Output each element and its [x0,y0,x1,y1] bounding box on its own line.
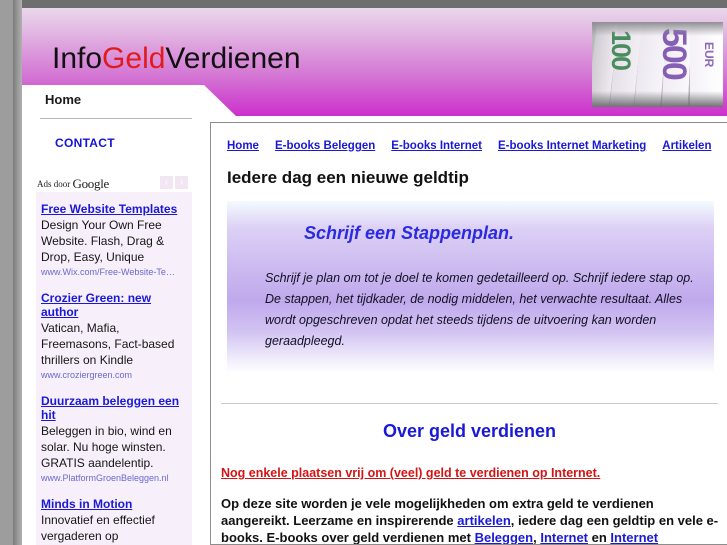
ad-url: www.PlatformGroenBeleggen.nl [41,473,169,483]
ad-description: Innovatief en effectief vergaderen op [41,513,155,543]
nav-link-home[interactable]: Home [227,140,259,152]
tip-title: Schrijf een Stappenplan. [304,223,515,243]
content-nav: Home E-books Beleggen E-books Internet E-bo… [227,137,727,152]
google-wordmark: Google [72,176,110,191]
ad-item: Minds in Motion Innovatief en effectief … [41,497,188,544]
ad-title-link[interactable]: Duurzaam beleggen een hit [41,394,188,422]
main-content-panel: Home E-books Beleggen E-books Internet E-bo… [210,122,727,545]
ad-title-link[interactable]: Free Website Templates [41,202,188,216]
google-ads-block: Ads door Google ‹ › Free Website Template… [36,175,192,545]
ad-item: Crozier Green: new author Vatican, Mafia… [41,291,188,381]
ads-pager: ‹ › [158,176,188,189]
inline-link-internet[interactable]: Internet [540,530,588,544]
ad-url: www.croziergreen.com [41,370,133,380]
page-left-shadow [13,0,22,545]
window-top-strip [22,0,727,8]
sidebar: CONTACT Ads door Google ‹ › Free Website … [22,116,204,545]
section-title: Over geld verdienen [382,421,557,441]
page-title: Iedere dag een nieuwe geldtip [227,168,469,187]
banknote-currency-label: EUR [702,42,716,68]
sidebar-divider [40,118,192,119]
nav-link-artikelen[interactable]: Artikelen [662,140,711,152]
euro-banknotes-photo: 100 500 EUR [592,22,723,107]
ad-description: Vatican, Mafia, Freemasons, Fact-based t… [41,321,175,367]
intro-paragraph: Op deze site worden je vele mogelijkhede… [221,495,721,545]
ad-title-link[interactable]: Minds in Motion [41,497,188,511]
ad-item: Free Website Templates Design Your Own F… [41,202,188,278]
daily-tip-box: Schrijf een Stappenplan. Schrijf je plan… [227,201,714,373]
ads-header: Ads door Google ‹ › [36,175,192,192]
tab-home[interactable]: Home [22,85,204,116]
ads-body: Free Website Templates Design Your Own F… [36,192,192,545]
tip-body: Schrijf je plan om tot je doel te komen … [265,271,694,348]
ads-header-prefix: Ads door [37,179,73,189]
content-divider [221,403,718,404]
promo-link[interactable]: Nog enkele plaatsen vrij om (veel) geld … [221,466,600,480]
ads-next-arrow-icon[interactable]: › [175,176,188,189]
ad-title-link[interactable]: Crozier Green: new author [41,291,188,319]
intro-text-4: en [588,530,611,545]
ad-url: www.Wix.com/Free-Website-Te… [41,267,175,277]
site-title-highlight: Geld [102,42,166,75]
inline-link-artikelen[interactable]: artikelen [457,513,510,528]
photo-shade-top [592,22,723,36]
nav-link-ebooks-internet[interactable]: E-books Internet [391,140,482,152]
sidebar-item-contact[interactable]: CONTACT [55,136,115,150]
ads-prev-arrow-icon[interactable]: ‹ [160,176,173,189]
ads-header-label: Ads door Google [37,176,109,192]
photo-shade-bottom [592,91,723,107]
site-title: InfoGeldVerdienen [52,44,301,74]
nav-link-ebooks-internet-marketing[interactable]: E-books Internet Marketing [498,140,646,152]
tab-home-label: Home [45,92,82,107]
ad-item: Duurzaam beleggen een hit Beleggen in bi… [41,394,188,484]
window-left-edge [0,0,13,545]
nav-link-ebooks-beleggen[interactable]: E-books Beleggen [275,140,375,152]
ad-description: Design Your Own Free Website. Flash, Dra… [41,218,165,264]
inline-link-beleggen[interactable]: Beleggen [475,530,534,544]
site-title-part1: Info [52,42,103,75]
page-frame: InfoGeldVerdienen 100 500 EUR Home CONTA… [22,0,727,545]
ad-description: Beleggen in bio, wind en solar. Nu hoge … [41,424,172,470]
site-title-part2: Verdienen [165,42,301,75]
